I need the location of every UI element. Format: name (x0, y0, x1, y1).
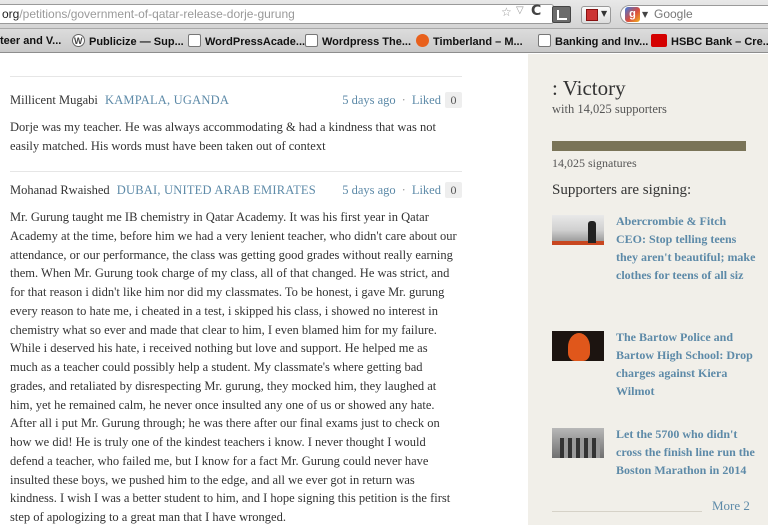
comment-line: every reason to hate me, i cheated in a … (10, 303, 439, 318)
comment-line: him, yet he remained calm, he never once… (10, 397, 435, 412)
signatures-count: 14,025 signatures (552, 156, 637, 170)
signer-location: DUBAI, UNITED ARAB EMIRATES (116, 183, 316, 197)
divider (10, 171, 462, 172)
comment-line: While i deserved his hate, i received no… (10, 341, 428, 356)
comment-line: how we did! He is truly one of the kinde… (10, 435, 426, 449)
signature-entry: Mohanad Rwaished DUBAI, UNITED ARAB EMIR… (10, 180, 462, 525)
related-petition[interactable]: Let the 5700 who didn't cross the finish… (552, 425, 762, 500)
signatures-column: Millicent Mugabi KAMPALA, UGANDA 5 days … (0, 54, 528, 525)
petition-sidebar: : Victory with 14,025 supporters 14,025 … (528, 54, 768, 525)
timberland-icon (416, 34, 429, 47)
comment-line: attendance, or our performance, the clas… (10, 247, 453, 262)
progress-fill (552, 141, 746, 151)
bookmark-item[interactable]: Publicize — Sup... (72, 34, 184, 49)
document-icon (188, 34, 201, 47)
chevron-down-icon: ▼ (601, 9, 608, 18)
comment-line: insulted these boys, we pushed him to th… (10, 472, 415, 487)
comment-line: easily matched. His words must have been… (10, 138, 326, 153)
extension-icon[interactable] (552, 6, 571, 23)
search-engine-dropdown-icon[interactable]: ▼ (642, 6, 648, 23)
signature-date: 5 days ago (342, 93, 396, 107)
divider (552, 511, 702, 512)
bookmark-label: Publicize — Sup... (89, 36, 184, 48)
petition-title-link[interactable]: The Bartow Police and Bartow High School… (616, 328, 756, 400)
comment-line: much as a teacher could possibly help a … (10, 360, 423, 374)
more-petitions-link[interactable]: More 2 (712, 498, 750, 514)
bookmark-item[interactable]: Wordpress The... (305, 34, 411, 49)
petition-thumbnail[interactable] (552, 428, 604, 458)
petition-title-link[interactable]: Abercrombie & Fitch CEO: Stop telling te… (616, 212, 756, 284)
like-button[interactable]: Liked (412, 183, 441, 197)
adblock-flag-icon (586, 9, 598, 21)
google-icon: g (625, 7, 640, 22)
signature-meta: 5 days ago · Liked 0 (342, 180, 462, 200)
wordpress-icon (72, 34, 85, 48)
bookmark-label: Timberland – M... (433, 36, 523, 48)
related-petition[interactable]: The Bartow Police and Bartow High School… (552, 328, 762, 403)
browser-toolbar: org/petitions/government-of-qatar-releas… (0, 0, 768, 29)
comment-line: Dorje was my teacher. He was always acco… (10, 120, 436, 134)
separator-dot: · (401, 183, 406, 197)
comment-line: chemistry what so ever and made that cle… (10, 322, 437, 337)
bookmark-label: teer and V... (0, 35, 62, 47)
signer-location: KAMPALA, UGANDA (104, 93, 230, 107)
comment-line: After all i put Mr. Gurung through; he w… (10, 416, 440, 431)
bookmark-star-icon[interactable]: ☆ (501, 5, 512, 19)
comment-line: step of apologizing to a great man that … (10, 510, 286, 524)
search-input[interactable]: g ▼ Google (620, 5, 768, 24)
bookmark-item[interactable]: teer and V... (0, 34, 61, 48)
signature-meta: 5 days ago · Liked 0 (342, 90, 462, 110)
like-count: 0 (445, 182, 462, 198)
signature-header: Millicent Mugabi KAMPALA, UGANDA 5 days … (10, 90, 462, 110)
comment-line: grades, and retaliated by disrespecting … (10, 378, 437, 393)
comment-line: them. When Mr. Gurung took charge of my … (10, 266, 450, 281)
like-button[interactable]: Liked (412, 93, 441, 107)
search-placeholder: Google (654, 7, 693, 21)
bookmark-item[interactable]: Timberland – M... (416, 34, 523, 49)
supporters-signing-heading: Supporters are signing: (552, 182, 692, 198)
address-bar[interactable]: org/petitions/government-of-qatar-releas… (0, 4, 554, 24)
related-petition[interactable]: Abercrombie & Fitch CEO: Stop telling te… (552, 212, 762, 304)
petition-title-link[interactable]: Let the 5700 who didn't cross the finish… (616, 425, 756, 479)
document-icon (538, 34, 551, 47)
signer-name: Millicent Mugabi (10, 93, 98, 107)
bookmark-item[interactable]: WordPressAcade... (188, 34, 305, 49)
adblock-button[interactable]: ▼ (581, 6, 611, 24)
comment-line: Academy at the time, before him we had a… (10, 228, 457, 243)
bookmark-item[interactable]: Banking and Inv... (538, 34, 648, 49)
bookmark-label: HSBC Bank – Cre... (671, 36, 768, 48)
comment-line: kindness. I wish I was a better student … (10, 491, 451, 506)
supporters-count: with 14,025 supporters (552, 102, 667, 116)
document-icon (305, 34, 318, 47)
bookmark-label: Banking and Inv... (555, 36, 649, 48)
signature-comment: Dorje was my teacher. He was always acco… (10, 118, 462, 156)
url-path: /petitions/government-of-qatar-release-d… (19, 7, 295, 21)
petition-status: : Victory (552, 76, 626, 100)
petition-thumbnail[interactable] (552, 215, 604, 245)
url-history-dropdown-icon[interactable]: ▽ (516, 5, 524, 16)
divider (10, 76, 462, 77)
signature-comment: Mr. Gurung taught me IB chemistry in Qat… (10, 208, 462, 525)
bookmark-label: Wordpress The... (322, 36, 412, 48)
signature-header: Mohanad Rwaished DUBAI, UNITED ARAB EMIR… (10, 180, 462, 200)
petition-thumbnail[interactable] (552, 331, 604, 361)
comment-line: for that reason i didn't like him nor di… (10, 285, 445, 299)
signature-entry: Millicent Mugabi KAMPALA, UGANDA 5 days … (10, 90, 462, 156)
bookmarks-bar: teer and V... Publicize — Sup... WordPre… (0, 29, 768, 53)
hsbc-icon (651, 34, 667, 47)
url-domain: org (2, 7, 20, 21)
signer-name: Mohanad Rwaished (10, 183, 110, 197)
like-count: 0 (445, 92, 462, 108)
bookmark-label: WordPressAcade... (205, 36, 306, 48)
signature-date: 5 days ago (342, 183, 396, 197)
reload-icon[interactable]: C (531, 3, 541, 19)
comment-line: Mr. Gurung taught me IB chemistry in Qat… (10, 210, 429, 224)
separator-dot: · (401, 93, 406, 107)
signature-progress-bar (552, 141, 746, 151)
bookmark-item[interactable]: HSBC Bank – Cre... (651, 34, 768, 49)
comment-line: defend a teacher, who failed me, but I k… (10, 453, 429, 468)
